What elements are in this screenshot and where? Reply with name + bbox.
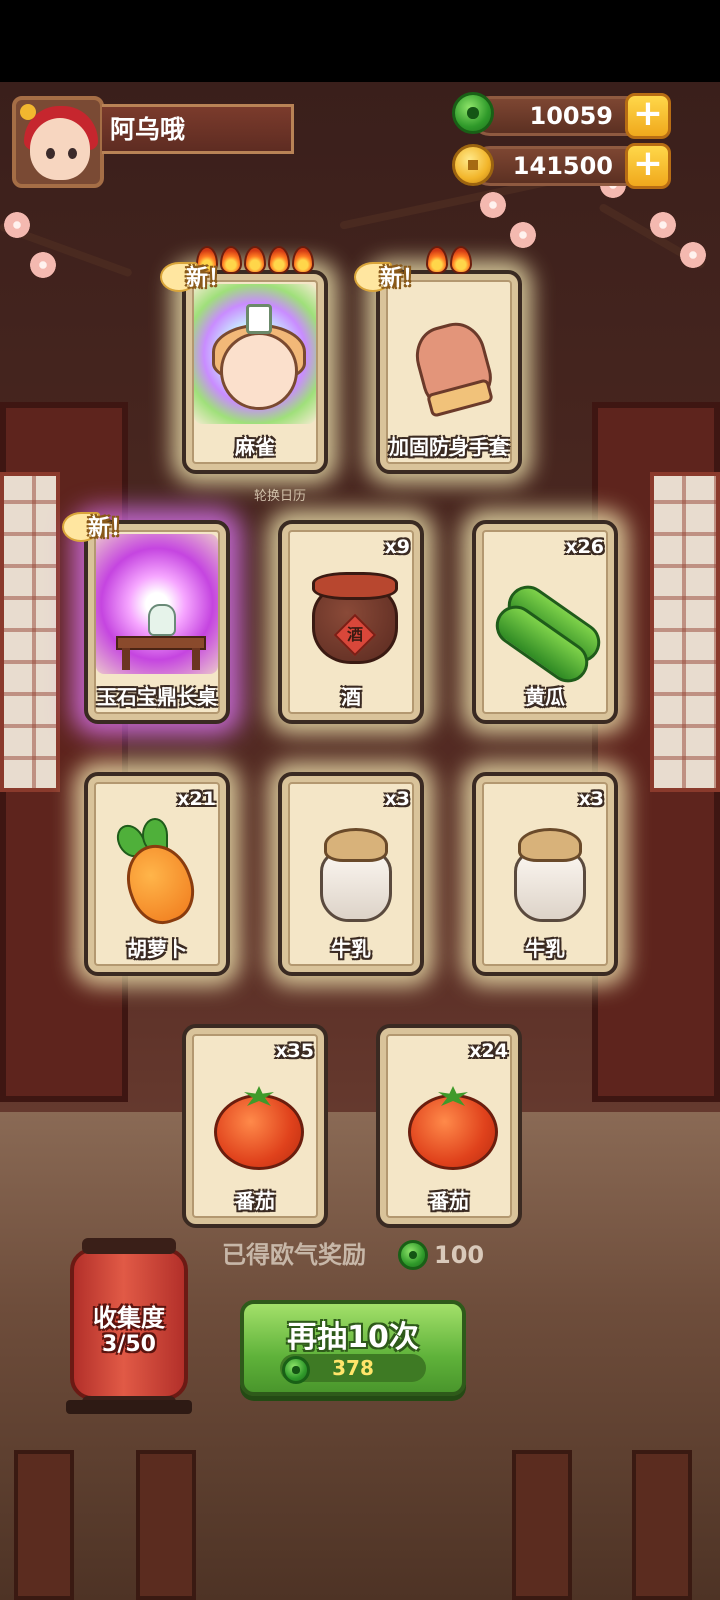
avatar-face xyxy=(30,118,90,180)
reward-card-jade-table[interactable]: 新！ 玉石宝鼎长桌 xyxy=(62,512,230,724)
card-quantity: x3 xyxy=(578,788,604,810)
reward-card-sparrow[interactable]: 新！ 麻雀 xyxy=(160,246,328,474)
collection-progress: 3/50 xyxy=(102,1332,156,1357)
railing-post xyxy=(512,1450,572,1600)
luck-reward-value: 100 xyxy=(434,1241,485,1269)
draw-cost-value: 378 xyxy=(332,1356,374,1380)
collection-title: 收集度 xyxy=(93,1304,165,1332)
card-quantity: x3 xyxy=(384,788,410,810)
add-gold-button[interactable]: + xyxy=(625,143,671,189)
blossom xyxy=(4,212,30,238)
card-label: 黄瓜 xyxy=(525,685,565,709)
blossom xyxy=(30,252,56,278)
gold-counter: 141500 + xyxy=(470,143,671,189)
new-badge-text: 新！ xyxy=(186,266,231,291)
railing-post xyxy=(14,1450,74,1600)
flame-icon xyxy=(292,246,314,274)
draw-button-label: 再抽10次 xyxy=(287,1320,419,1355)
blossom xyxy=(480,192,506,218)
new-badge-text: 新！ xyxy=(380,266,425,291)
left-window xyxy=(0,472,60,792)
reward-card-glove[interactable]: 新！ 加固防身手套 xyxy=(354,246,522,474)
reward-card-carrot[interactable]: x21 胡萝卜 xyxy=(84,772,230,976)
card-label: 酒 xyxy=(341,685,361,709)
card-label: 加固防身手套 xyxy=(389,435,509,459)
reward-card-tomato[interactable]: x24 番茄 xyxy=(376,1024,522,1228)
player-avatar[interactable] xyxy=(12,96,104,188)
card-quantity: x9 xyxy=(384,536,410,558)
avatar-eye xyxy=(46,148,55,159)
wine-jar-char: 酒 xyxy=(346,625,363,644)
card-label: 胡萝卜 xyxy=(127,937,187,961)
card-label: 番茄 xyxy=(429,1189,469,1213)
avatar-eye xyxy=(68,148,77,159)
jade-counter: 10059 + xyxy=(470,93,671,139)
right-window xyxy=(650,472,720,792)
luck-reward-label: 已得欧气奖励 xyxy=(222,1241,366,1269)
reward-card-tomato[interactable]: x35 番茄 xyxy=(182,1024,328,1228)
card-label: 牛乳 xyxy=(525,937,565,961)
player-name: 阿乌哦 xyxy=(102,104,294,154)
new-badge-text: 新！ xyxy=(88,516,133,541)
reward-card-cucumber[interactable]: x26 黄瓜 xyxy=(472,520,618,724)
tomato-icon xyxy=(214,1094,304,1170)
milk-jar-cap xyxy=(324,828,388,862)
blossom xyxy=(650,212,676,238)
railing-post xyxy=(136,1450,196,1600)
flame-icon xyxy=(268,246,290,274)
milk-jar-cap xyxy=(518,828,582,862)
card-quantity: x26 xyxy=(565,536,604,558)
collection-progress-lantern[interactable]: 收集度 3/50 xyxy=(70,1238,188,1412)
jade-icon xyxy=(398,1240,428,1270)
card-label: 牛乳 xyxy=(331,937,371,961)
blossom xyxy=(510,222,536,248)
reward-card-milk[interactable]: x3 牛乳 xyxy=(278,772,424,976)
tomato-icon xyxy=(408,1094,498,1170)
reward-card-milk[interactable]: x3 牛乳 xyxy=(472,772,618,976)
table-leg xyxy=(122,648,130,670)
gold-coin-icon xyxy=(452,144,494,186)
character-face xyxy=(220,332,298,410)
card-label: 玉石宝鼎长桌 xyxy=(97,685,217,709)
flame-icon xyxy=(450,246,472,274)
table-leg xyxy=(192,648,200,670)
card-quantity: x24 xyxy=(469,1040,508,1062)
card-label: 番茄 xyxy=(235,1189,275,1213)
card-quantity: x21 xyxy=(177,788,216,810)
new-badge: 新！ xyxy=(62,508,152,548)
background-calendar-label: 轮换日历 xyxy=(253,489,306,504)
jade-tripod-icon xyxy=(148,604,176,636)
gold-amount: 141500 xyxy=(512,152,613,180)
mahjong-tile-icon xyxy=(246,304,272,334)
draw-10-again-button[interactable]: 再抽10次 378 xyxy=(240,1300,466,1396)
reward-card-wine[interactable]: x9 酒 酒 xyxy=(278,520,424,724)
jade-icon xyxy=(452,92,494,134)
card-label: 麻雀 xyxy=(235,435,275,459)
level-badge-icon xyxy=(20,104,36,120)
jade-amount: 10059 xyxy=(529,102,614,130)
lantern-stand xyxy=(66,1400,192,1414)
jade-icon xyxy=(282,1356,310,1384)
new-badge: 新！ xyxy=(160,258,250,298)
card-quantity: x35 xyxy=(275,1040,314,1062)
railing-post xyxy=(632,1450,692,1600)
blossom xyxy=(680,242,706,268)
wine-jar-lid xyxy=(312,572,398,600)
new-badge: 新！ xyxy=(354,258,444,298)
add-jade-button[interactable]: + xyxy=(625,93,671,139)
